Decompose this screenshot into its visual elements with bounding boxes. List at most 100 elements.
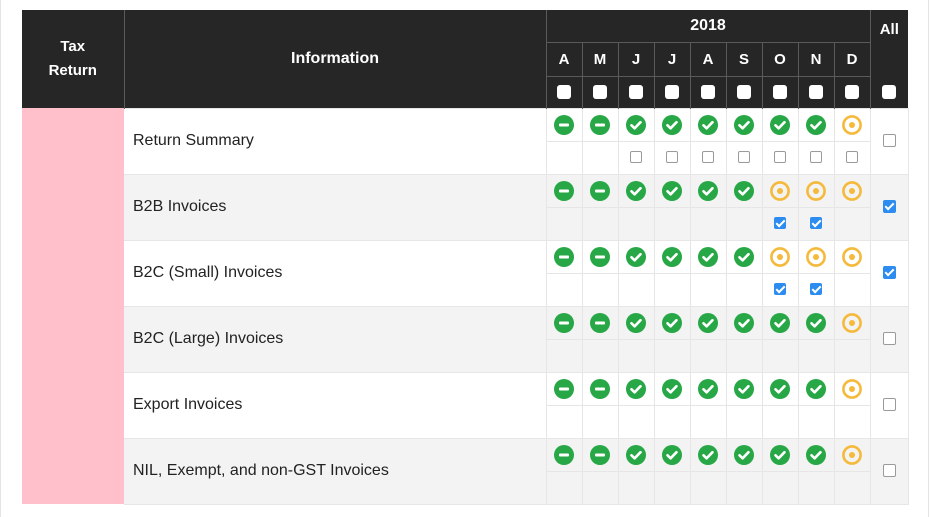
month-header: J: [654, 41, 691, 76]
status-cell: [797, 437, 835, 472]
status-cell: [761, 239, 799, 274]
month-select-all-checkbox[interactable]: [557, 84, 571, 99]
month-select-all-checkbox[interactable]: [737, 84, 751, 99]
status-cell: [761, 305, 799, 340]
status-cell: [581, 107, 619, 142]
check-circle-icon: [626, 180, 646, 201]
check-circle-icon: [770, 444, 790, 465]
status-cell: [653, 173, 691, 208]
month-checkbox[interactable]: [846, 151, 859, 164]
table-row: Return Summary: [22, 107, 909, 504]
information-cell: Return Summary: [124, 107, 546, 175]
minus-circle-icon: [590, 312, 610, 333]
status-cell: [653, 107, 691, 142]
month-check-cell: [689, 404, 727, 439]
status-cell: [617, 437, 655, 472]
status-cell: [833, 437, 871, 472]
status-cell: [617, 371, 655, 406]
status-cell: [545, 371, 583, 406]
row-all-checkbox[interactable]: [882, 266, 896, 280]
month-check-cell: [653, 140, 691, 175]
month-select-all-checkbox[interactable]: [845, 84, 860, 99]
row-all-checkbox[interactable]: [882, 398, 896, 412]
minus-circle-icon: [590, 444, 610, 465]
month-select-all-checkbox[interactable]: [629, 84, 643, 99]
month-check-cell: [833, 140, 871, 175]
month-checkbox[interactable]: [810, 283, 822, 296]
month-check-cell: [833, 404, 871, 439]
minus-circle-icon: [590, 180, 610, 201]
month-check-cell: [833, 470, 871, 505]
information-label: Export Invoices: [133, 396, 243, 413]
select-all-checkbox[interactable]: [882, 84, 897, 99]
pending-dot-icon: [842, 180, 862, 201]
month-checkbox[interactable]: [702, 151, 714, 164]
month-select-all-checkbox[interactable]: [773, 84, 787, 99]
check-circle-icon: [626, 378, 646, 399]
month-check-cell: [545, 206, 583, 241]
tax-return-header-label: Tax Return: [48, 38, 97, 79]
month-select-all-checkbox[interactable]: [665, 84, 679, 99]
check-circle-icon: [662, 312, 682, 333]
month-check-cell: [617, 272, 655, 307]
status-cell: [761, 173, 799, 208]
month-checkbox[interactable]: [666, 151, 678, 164]
row-all-checkbox[interactable]: [882, 200, 896, 214]
month-check-cell: [689, 338, 727, 373]
status-cell: [581, 371, 619, 406]
check-circle-icon: [806, 114, 826, 135]
month-select-all-checkbox[interactable]: [593, 84, 607, 99]
check-circle-icon: [734, 312, 754, 333]
row-all-checkbox[interactable]: [882, 332, 896, 346]
year-header: 2018: [546, 10, 871, 42]
month-select-all-checkbox[interactable]: [701, 84, 715, 99]
status-cell: [725, 371, 763, 406]
minus-circle-icon: [554, 312, 574, 333]
month-check-cell: [653, 404, 691, 439]
month-header: D: [834, 41, 871, 76]
month-check-cell: [761, 338, 799, 373]
month-checkbox[interactable]: [774, 283, 786, 296]
month-check-cell: [617, 206, 655, 241]
minus-circle-icon: [554, 444, 574, 465]
month-checkbox[interactable]: [630, 151, 642, 164]
check-circle-icon: [662, 444, 682, 465]
month-check-cell: [545, 470, 583, 505]
month-header-label: O: [774, 50, 786, 68]
month-checkbox[interactable]: [774, 151, 786, 164]
row-all-cell: [869, 371, 909, 439]
month-header: M: [582, 41, 619, 76]
month-check-cell: [689, 272, 727, 307]
row-all-cell: [869, 305, 909, 373]
month-select-all-checkbox[interactable]: [809, 84, 823, 99]
status-cell: [725, 437, 763, 472]
month-select-all-cell: [654, 75, 691, 108]
row-all-checkbox[interactable]: [882, 134, 896, 148]
pending-dot-icon: [842, 444, 862, 465]
check-circle-icon: [698, 246, 718, 267]
check-circle-icon: [734, 114, 754, 135]
tax-return-color-cell: [22, 108, 124, 504]
information-label: B2C (Large) Invoices: [133, 330, 284, 347]
month-check-cell: [725, 206, 763, 241]
check-circle-icon: [698, 444, 718, 465]
minus-circle-icon: [554, 180, 574, 201]
month-checkbox[interactable]: [774, 217, 786, 230]
month-checkbox[interactable]: [738, 151, 750, 164]
month-header-label: J: [667, 50, 677, 68]
minus-circle-icon: [554, 246, 574, 267]
pending-dot-icon: [770, 180, 790, 201]
status-cell: [689, 305, 727, 340]
month-header-label: A: [558, 50, 570, 68]
month-checkbox[interactable]: [810, 151, 822, 164]
row-all-checkbox[interactable]: [882, 464, 896, 478]
month-check-cell: [797, 470, 835, 505]
year-header-label: 2018: [690, 16, 726, 34]
month-check-cell: [653, 338, 691, 373]
month-check-cell: [545, 338, 583, 373]
status-cell: [689, 239, 727, 274]
tax-return-header: Tax Return: [22, 10, 125, 108]
status-cell: [581, 305, 619, 340]
month-header-label: J: [631, 50, 641, 68]
month-checkbox[interactable]: [810, 217, 822, 230]
